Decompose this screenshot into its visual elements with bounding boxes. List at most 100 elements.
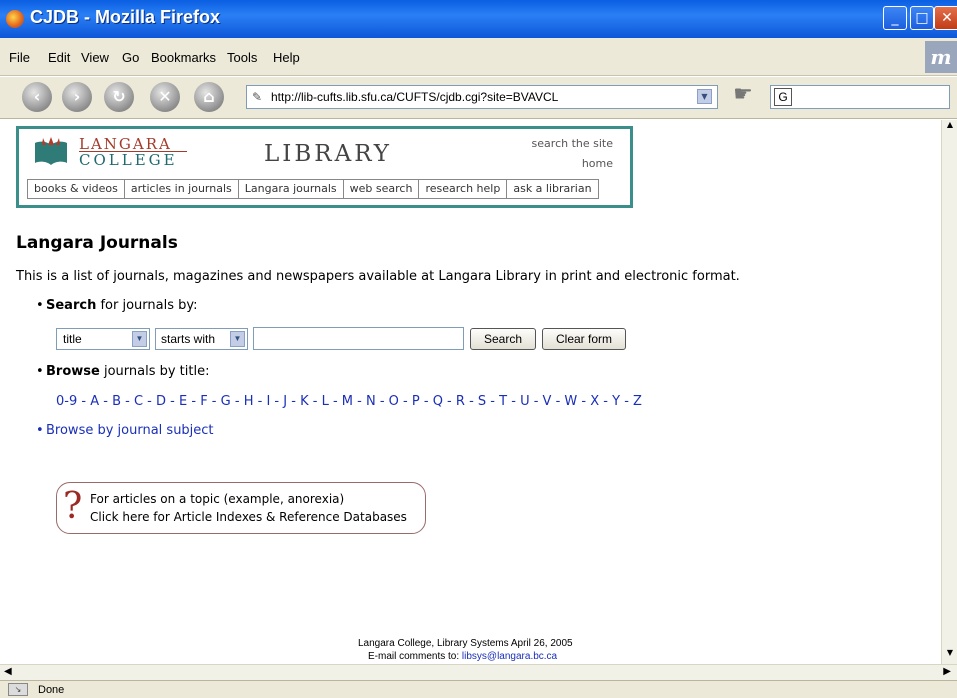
alphabet-link[interactable]: M	[342, 394, 353, 409]
stop-icon[interactable]: ✕	[150, 82, 180, 112]
alphabet-link[interactable]: T	[499, 394, 507, 409]
menu-tools[interactable]: Tools	[227, 50, 257, 65]
alphabet-separator: -	[353, 394, 366, 409]
search-site-link[interactable]: search the site	[532, 137, 613, 150]
intro-text: This is a list of journals, magazines an…	[16, 269, 740, 284]
alphabet-link[interactable]: A	[90, 394, 99, 409]
alphabet-separator: -	[270, 394, 284, 409]
library-header: LANGARA COLLEGE LIBRARY search the site …	[16, 126, 633, 208]
book-icon	[35, 137, 67, 165]
alphabet-link[interactable]: C	[134, 394, 143, 409]
menu-help[interactable]: Help	[273, 50, 300, 65]
chevron-down-icon[interactable]: ▼	[230, 331, 245, 347]
firefox-icon	[6, 10, 24, 28]
tab-articles[interactable]: articles in journals	[125, 180, 239, 198]
alphabet-link[interactable]: S	[478, 394, 486, 409]
alphabet-separator: -	[419, 394, 433, 409]
alphabet-link[interactable]: D	[156, 394, 166, 409]
browse-rest: journals by title:	[99, 364, 210, 379]
alphabet-link[interactable]: B	[112, 394, 121, 409]
alphabet-separator: -	[77, 394, 91, 409]
field-select-value: title	[63, 332, 82, 346]
scroll-left-icon[interactable]: ◀	[4, 666, 12, 677]
horizontal-scrollbar[interactable]: ◀ ▶	[0, 664, 957, 680]
url-bar[interactable]: http://lib-cufts.lib.sfu.ca/CUFTS/cjdb.c…	[246, 85, 718, 109]
search-heading: Search for journals by:	[36, 298, 197, 313]
alphabet-link[interactable]: H	[244, 394, 254, 409]
alphabet-link[interactable]: F	[200, 394, 207, 409]
question-mark-icon: ?	[63, 486, 83, 527]
alphabet-separator: -	[287, 394, 301, 409]
alphabet-separator: -	[308, 394, 322, 409]
alphabet-separator: -	[442, 394, 456, 409]
alphabet-separator: -	[620, 394, 634, 409]
minimize-button[interactable]: _	[883, 6, 907, 30]
alphabet-link[interactable]: G	[221, 394, 231, 409]
alphabet-separator: -	[166, 394, 179, 409]
alphabet-separator: -	[507, 394, 521, 409]
alphabet-link[interactable]: E	[179, 394, 187, 409]
go-icon[interactable]: ☛	[728, 80, 758, 110]
home-link[interactable]: home	[582, 157, 613, 170]
alphabet-link[interactable]: R	[456, 394, 465, 409]
alphabet-separator: -	[253, 394, 267, 409]
alphabet-separator: -	[599, 394, 613, 409]
clear-form-button[interactable]: Clear form	[542, 328, 626, 350]
alphabet-separator: -	[207, 394, 221, 409]
back-icon[interactable]: ‹	[22, 82, 52, 112]
operator-select[interactable]: starts with ▼	[155, 328, 248, 350]
reload-icon[interactable]: ↻	[104, 82, 134, 112]
alphabet-link[interactable]: Y	[612, 394, 620, 409]
menu-view[interactable]: View	[81, 50, 109, 65]
alphabet-link[interactable]: Q	[433, 394, 443, 409]
menu-bookmarks[interactable]: Bookmarks	[151, 50, 216, 65]
chevron-down-icon[interactable]: ▼	[132, 331, 147, 347]
alphabet-link[interactable]: X	[590, 394, 599, 409]
search-engine-icon[interactable]: G	[774, 88, 792, 106]
footer-email-link[interactable]: libsys@langara.bc.ca	[462, 651, 557, 662]
tab-books-videos[interactable]: books & videos	[28, 180, 125, 198]
article-line-2[interactable]: Click here for Article Indexes & Referen…	[90, 510, 407, 524]
scroll-right-icon[interactable]: ▶	[943, 666, 951, 677]
search-bold: Search	[46, 298, 97, 313]
close-button[interactable]: ✕	[934, 6, 957, 30]
url-dropdown-icon[interactable]: ▼	[697, 89, 712, 104]
alphabet-separator: -	[551, 394, 565, 409]
alphabet-link[interactable]: U	[520, 394, 530, 409]
alphabet-link[interactable]: W	[564, 394, 577, 409]
alphabet-link[interactable]: 0-9	[56, 394, 77, 409]
alphabet-separator: -	[375, 394, 389, 409]
alphabet-separator: -	[398, 394, 412, 409]
library-title: LIBRARY	[264, 141, 392, 167]
menu-file[interactable]: File	[9, 50, 30, 65]
search-button[interactable]: Search	[470, 328, 536, 350]
alphabet-link[interactable]: P	[412, 394, 420, 409]
throbber-icon: m	[925, 41, 957, 73]
home-icon[interactable]: ⌂	[194, 82, 224, 112]
alphabet-separator: -	[529, 394, 543, 409]
browse-subject-link[interactable]: Browse by journal subject	[36, 423, 214, 438]
alphabet-link[interactable]: K	[300, 394, 309, 409]
search-input[interactable]	[253, 327, 464, 350]
menu-edit[interactable]: Edit	[48, 50, 70, 65]
alphabet-link[interactable]: Z	[633, 394, 642, 409]
alphabet-link[interactable]: O	[389, 394, 399, 409]
tab-web-search[interactable]: web search	[344, 180, 420, 198]
alphabet-separator: -	[187, 394, 201, 409]
alphabet-link[interactable]: L	[322, 394, 329, 409]
tab-research-help[interactable]: research help	[419, 180, 508, 198]
field-select[interactable]: title ▼	[56, 328, 150, 350]
search-bar[interactable]	[770, 85, 950, 109]
vertical-scrollbar[interactable]: ▲ ▼	[941, 120, 957, 664]
maximize-button[interactable]: □	[910, 6, 934, 30]
tab-langara-journals[interactable]: Langara journals	[239, 180, 344, 198]
alphabet-link[interactable]: N	[366, 394, 376, 409]
scroll-up-icon[interactable]: ▲	[942, 120, 957, 136]
forward-icon[interactable]: ›	[62, 82, 92, 112]
tab-ask-librarian[interactable]: ask a librarian	[507, 180, 597, 198]
scroll-down-icon[interactable]: ▼	[942, 648, 957, 664]
article-indexes-box[interactable]: ? For articles on a topic (example, anor…	[56, 482, 426, 534]
menu-go[interactable]: Go	[122, 50, 139, 65]
alphabet-separator: -	[464, 394, 478, 409]
operator-select-value: starts with	[161, 332, 216, 346]
